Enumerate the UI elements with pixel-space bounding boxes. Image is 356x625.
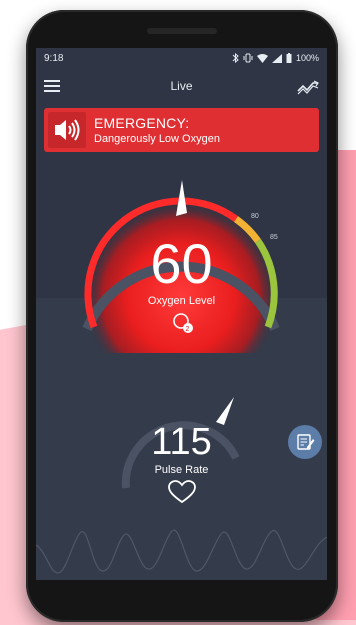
pulse-label: Pulse Rate [154, 464, 209, 476]
note-edit-icon [297, 434, 315, 450]
battery-percent: 100% [295, 53, 319, 63]
emergency-alert[interactable]: EMERGENCY: Dangerously Low Oxygen [44, 108, 319, 152]
oxygen-label: Oxygen Level [147, 295, 216, 307]
svg-text:2: 2 [186, 326, 190, 333]
trend-icon[interactable] [297, 79, 319, 95]
pulse-waveform [36, 529, 327, 574]
o2-icon: 2 [173, 313, 193, 333]
threshold-80: 80 [251, 213, 259, 220]
speaker-alarm-icon [48, 112, 86, 148]
bluetooth-icon [232, 53, 239, 63]
pulse-value: 115 [151, 421, 212, 463]
note-edit-button[interactable] [288, 425, 322, 459]
status-time: 9:18 [44, 53, 64, 64]
oxygen-value: 60 [150, 232, 213, 295]
page-title: Live [170, 79, 193, 93]
heart-icon [168, 480, 196, 504]
alert-message: Dangerously Low Oxygen [94, 133, 220, 145]
phone-frame: 9:18 100% Live EMERGENCY: Dangerously Lo… [26, 10, 338, 622]
app-bar: Live [36, 70, 327, 104]
signal-icon [271, 53, 282, 63]
app-screen: 9:18 100% Live EMERGENCY: Dangerously Lo… [36, 48, 327, 580]
phone-nav-area [26, 580, 338, 610]
battery-icon [286, 53, 292, 63]
phone-speaker [147, 28, 217, 34]
status-icons: 100% [232, 53, 319, 63]
alert-title: EMERGENCY: [94, 115, 190, 131]
wifi-icon [256, 53, 268, 63]
vibrate-icon [243, 53, 253, 63]
status-bar: 9:18 100% [36, 48, 327, 70]
